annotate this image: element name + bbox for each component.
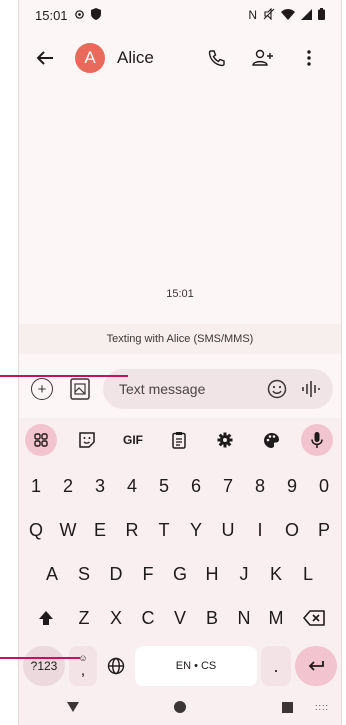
navigation-bar: :::: xyxy=(19,689,341,725)
phone-call-icon[interactable] xyxy=(201,42,233,74)
back-nav-icon[interactable] xyxy=(53,692,93,722)
theme-palette-icon[interactable] xyxy=(255,424,287,456)
texting-banner: Texting with Alice (SMS/MMS) xyxy=(19,324,341,354)
key-r[interactable]: R xyxy=(116,510,148,550)
key-7[interactable]: 7 xyxy=(212,466,244,506)
key-8[interactable]: 8 xyxy=(244,466,276,506)
comma-label: , xyxy=(80,661,86,679)
key-n[interactable]: N xyxy=(228,598,260,638)
wifi-icon xyxy=(281,8,295,23)
key-q[interactable]: Q xyxy=(20,510,52,550)
conversation-area: 15:01 Texting with Alice (SMS/MMS) xyxy=(19,88,341,356)
status-bar: 15:01 N xyxy=(19,0,341,30)
key-t[interactable]: T xyxy=(148,510,180,550)
key-d[interactable]: D xyxy=(100,554,132,594)
sticker-icon[interactable] xyxy=(71,424,103,456)
keyboard-row-zxcv: ZXCVBNM xyxy=(19,598,341,638)
key-k[interactable]: K xyxy=(260,554,292,594)
key-e[interactable]: E xyxy=(84,510,116,550)
key-c[interactable]: C xyxy=(132,598,164,638)
key-s[interactable]: S xyxy=(68,554,100,594)
emoji-icon[interactable] xyxy=(263,375,291,403)
text-message-input[interactable] xyxy=(117,380,257,398)
phone-screen: 15:01 N A Alice 15:01 Texting with Alice… xyxy=(18,0,342,725)
key-4[interactable]: 4 xyxy=(116,466,148,506)
keyboard-row-numbers: 1234567890 xyxy=(19,466,341,506)
key-0[interactable]: 0 xyxy=(308,466,340,506)
nfc-icon: N xyxy=(248,8,257,22)
key-j[interactable]: J xyxy=(228,554,260,594)
add-attachment-icon[interactable]: + xyxy=(27,374,57,404)
space-bar[interactable]: EN • CS xyxy=(135,646,257,686)
avatar[interactable]: A xyxy=(75,43,105,73)
voice-record-icon[interactable] xyxy=(297,375,325,403)
key-g[interactable]: G xyxy=(164,554,196,594)
keyboard-row-qwerty: QWERTYUIOP xyxy=(19,510,341,550)
backspace-key[interactable] xyxy=(292,598,336,638)
globe-icon[interactable] xyxy=(101,646,131,686)
shift-key[interactable] xyxy=(24,598,68,638)
recents-nav-icon[interactable] xyxy=(267,692,307,722)
key-x[interactable]: X xyxy=(100,598,132,638)
key-b[interactable]: B xyxy=(196,598,228,638)
battery-icon xyxy=(318,7,325,23)
keyboard-toolbar: GIF xyxy=(19,418,341,462)
key-3[interactable]: 3 xyxy=(84,466,116,506)
enter-key[interactable] xyxy=(295,646,337,686)
zxcv-letters: ZXCVBNM xyxy=(68,598,292,638)
more-vert-icon[interactable] xyxy=(293,42,325,74)
mute-icon xyxy=(263,7,275,23)
keyboard-bottom-row: ?123 ☺ , EN • CS . xyxy=(19,644,341,688)
keyboard: GIF 1234567890 QWERTYUIOP ASDFGHJKL ZXCV… xyxy=(19,418,341,725)
key-i[interactable]: I xyxy=(244,510,276,550)
gallery-icon[interactable] xyxy=(65,374,95,404)
contact-name[interactable]: Alice xyxy=(117,48,201,68)
callout-line-message-field xyxy=(0,375,128,377)
composer: + xyxy=(19,363,341,415)
key-a[interactable]: A xyxy=(36,554,68,594)
key-u[interactable]: U xyxy=(212,510,244,550)
apps-grid-icon[interactable] xyxy=(25,424,57,456)
gear-icon xyxy=(74,8,85,23)
callout-line-emoji-key xyxy=(0,657,80,659)
app-bar: A Alice xyxy=(19,38,341,78)
settings-gear-icon[interactable] xyxy=(209,424,241,456)
key-o[interactable]: O xyxy=(276,510,308,550)
key-6[interactable]: 6 xyxy=(180,466,212,506)
status-time: 15:01 xyxy=(35,7,68,23)
key-l[interactable]: L xyxy=(292,554,324,594)
symbols-key[interactable]: ?123 xyxy=(23,646,65,686)
microphone-icon[interactable] xyxy=(301,424,333,456)
key-m[interactable]: M xyxy=(260,598,292,638)
keyboard-switch-icon[interactable]: :::: xyxy=(315,702,329,712)
shield-icon xyxy=(90,7,101,23)
add-people-icon[interactable] xyxy=(247,42,279,74)
home-nav-icon[interactable] xyxy=(160,692,200,722)
key-w[interactable]: W xyxy=(52,510,84,550)
back-arrow-icon[interactable] xyxy=(29,42,61,74)
gif-button[interactable]: GIF xyxy=(117,424,149,456)
clipboard-icon[interactable] xyxy=(163,424,195,456)
key-5[interactable]: 5 xyxy=(148,466,180,506)
key-z[interactable]: Z xyxy=(68,598,100,638)
key-h[interactable]: H xyxy=(196,554,228,594)
message-field[interactable] xyxy=(103,369,333,409)
keyboard-row-asdf: ASDFGHJKL xyxy=(19,554,341,594)
avatar-letter: A xyxy=(84,48,96,67)
key-p[interactable]: P xyxy=(308,510,340,550)
signal-icon xyxy=(301,8,312,23)
key-y[interactable]: Y xyxy=(180,510,212,550)
message-timestamp: 15:01 xyxy=(166,288,194,300)
key-1[interactable]: 1 xyxy=(20,466,52,506)
period-key[interactable]: . xyxy=(261,646,291,686)
key-2[interactable]: 2 xyxy=(52,466,84,506)
key-v[interactable]: V xyxy=(164,598,196,638)
emoji-comma-key[interactable]: ☺ , xyxy=(69,646,97,686)
key-9[interactable]: 9 xyxy=(276,466,308,506)
key-f[interactable]: F xyxy=(132,554,164,594)
